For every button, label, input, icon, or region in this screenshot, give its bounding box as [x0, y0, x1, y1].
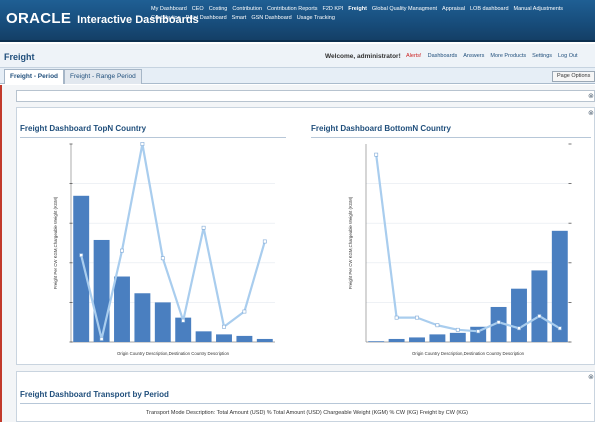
- line-point: [394, 315, 399, 320]
- top-banner: ORACLE Interactive Dashboards My Dashboa…: [0, 0, 595, 42]
- dashboard-link[interactable]: GSN Dashboard: [251, 14, 291, 23]
- bar: [256, 338, 273, 342]
- bar: [429, 334, 446, 342]
- dashboard-link[interactable]: F2D KPI: [322, 5, 343, 14]
- global-link-answers[interactable]: Answers: [463, 53, 484, 59]
- oracle-logo: ORACLE: [6, 10, 72, 27]
- line-point: [476, 329, 481, 334]
- bottomn-section-title: Freight Dashboard BottomN Country: [311, 124, 451, 133]
- global-links: Alerts! Dashboards Answers More Products…: [406, 53, 595, 59]
- y-axis-label: Freight Per CW KGM,Chargeable Weight (KG…: [53, 196, 58, 289]
- dashboard-link[interactable]: Contribution: [232, 5, 262, 14]
- transport-title-rule: [20, 403, 591, 404]
- page-title: Freight: [4, 52, 35, 62]
- dashboard-links: My Dashboard CEO Costing Contribution Contri…: [151, 5, 595, 37]
- column-header: % Total Amount (USD): [266, 410, 322, 416]
- dashboard-link[interactable]: Manual Adjustments: [514, 5, 564, 14]
- line-point: [181, 318, 186, 323]
- bar: [388, 338, 405, 342]
- bar: [511, 288, 527, 342]
- global-link-log-out[interactable]: Log Out: [558, 53, 578, 59]
- column-header: Total Amount (USD): [216, 410, 266, 416]
- prompt-bar: [16, 90, 595, 102]
- collapse-icon[interactable]: ⊗: [588, 92, 594, 100]
- column-header: Transport Mode Description: [146, 410, 214, 416]
- dashboard-link[interactable]: My Dashboard: [151, 5, 187, 14]
- line-point: [99, 337, 104, 341]
- dashboard-link[interactable]: Costing: [209, 5, 228, 14]
- page-options-button[interactable]: Page Options: [552, 71, 595, 82]
- topn-chart: Origin Country Description,Destination C…: [53, 142, 275, 356]
- page-header: Freight Welcome, administrator! Alerts! …: [0, 44, 595, 68]
- bar: [93, 239, 110, 342]
- line-point: [537, 314, 542, 319]
- collapse-icon[interactable]: ⊗: [588, 373, 594, 381]
- global-link-more-products[interactable]: More Products: [490, 53, 526, 59]
- bar: [195, 331, 212, 342]
- dashboard-link[interactable]: LOB dashboard: [470, 5, 509, 14]
- line-point: [201, 225, 206, 230]
- dashboard-link[interactable]: Freight: [348, 5, 367, 14]
- line-point: [455, 327, 460, 332]
- dashboard-link[interactable]: Global Quality Managment: [372, 5, 437, 14]
- line-point: [374, 152, 379, 157]
- line-point: [435, 323, 440, 328]
- dashboard-link[interactable]: Contribution Reports: [267, 5, 317, 14]
- line-point: [262, 239, 267, 244]
- transport-column-headers: Transport Mode Description: Total Amount…: [146, 410, 469, 416]
- line-point: [222, 324, 226, 329]
- collapse-icon[interactable]: ⊗: [588, 109, 594, 117]
- bar: [449, 332, 466, 342]
- line-point: [415, 315, 419, 320]
- bar: [114, 276, 130, 342]
- column-header: Freight by CW (KG): [419, 410, 469, 416]
- line-point: [496, 320, 501, 325]
- column-header: Chargeable Weight (KGM): [323, 410, 388, 416]
- bar: [134, 293, 151, 342]
- bar: [531, 270, 548, 342]
- dashboard-link[interactable]: Usage Tracking: [297, 14, 335, 23]
- y-axis-label: Freight Per CW KGM,Chargeable Weight (KG…: [348, 196, 353, 289]
- dashboard-link[interactable]: Contribution: [151, 14, 181, 23]
- column-header: % CW (KG): [389, 410, 419, 416]
- line-point: [140, 142, 145, 146]
- line-point: [120, 248, 124, 253]
- welcome-text: Welcome, administrator!: [325, 53, 401, 60]
- topn-title-rule: [20, 137, 286, 138]
- line-point: [160, 256, 165, 261]
- dashboard-tabs: Freight - Period Freight - Range Period …: [0, 68, 595, 84]
- tab-freight-period[interactable]: Freight - Period: [4, 69, 65, 84]
- dashboard-link[interactable]: Paint Dashboard: [186, 14, 227, 23]
- global-link-dashboards[interactable]: Dashboards: [428, 53, 458, 59]
- bar: [73, 195, 90, 342]
- dashboard-link[interactable]: Smart: [232, 14, 247, 23]
- line-point: [557, 326, 562, 331]
- bar: [154, 302, 171, 342]
- left-border: [0, 85, 2, 422]
- bar: [216, 334, 232, 342]
- global-link-settings[interactable]: Settings: [532, 53, 552, 59]
- x-axis-label: Origin Country Description,Destination C…: [412, 351, 525, 356]
- topn-section-title: Freight Dashboard TopN Country: [20, 124, 147, 133]
- dashboard-link[interactable]: CEO: [192, 5, 204, 14]
- line-point: [79, 253, 84, 258]
- x-axis-label: Origin Country Description,Destination C…: [117, 351, 230, 356]
- bar: [409, 337, 425, 342]
- bottomn-title-rule: [311, 137, 591, 138]
- line-point: [517, 326, 521, 331]
- bottomn-chart: Origin Country Description,Destination C…: [348, 143, 572, 356]
- dashboard-link[interactable]: Appraisal: [442, 5, 465, 14]
- bar: [368, 341, 385, 342]
- global-link-alerts[interactable]: Alerts!: [406, 53, 422, 59]
- bar: [236, 335, 253, 342]
- transport-section-title: Freight Dashboard Transport by Period: [20, 390, 169, 399]
- line-point: [242, 309, 247, 314]
- tab-freight-range-period[interactable]: Freight - Range Period: [64, 69, 142, 84]
